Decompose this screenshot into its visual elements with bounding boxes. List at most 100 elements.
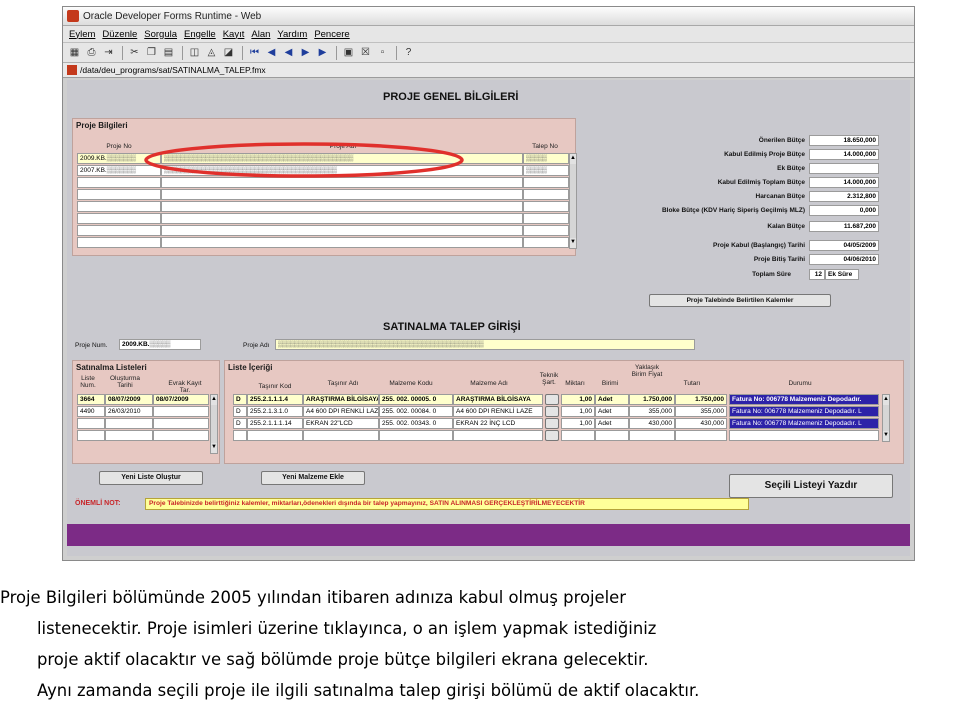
d-cell[interactable]: D <box>233 418 247 429</box>
liste-num-cell[interactable]: 4490 <box>77 406 105 417</box>
empty-cell[interactable] <box>453 430 543 441</box>
proje-adi-field[interactable]: ▒▒▒▒▒▒▒▒▒▒▒▒▒▒▒▒▒▒▒▒▒▒▒▒▒▒▒▒▒▒▒▒▒▒▒▒▒▒▒▒… <box>275 339 695 350</box>
empty-cell[interactable] <box>161 225 523 236</box>
olusturma-cell[interactable]: 08/07/2009 <box>105 394 153 405</box>
tutar-cell[interactable]: 1.750,000 <box>675 394 727 405</box>
prev-record-icon[interactable]: ◀ <box>281 45 296 60</box>
empty-cell[interactable] <box>153 430 209 441</box>
menu-kayit[interactable]: Kayıt <box>223 29 245 40</box>
exit-icon[interactable]: ⇥ <box>101 45 116 60</box>
durum-cell[interactable]: Fatura No: 006778 Malzemeniz Depodadır. … <box>729 406 879 417</box>
teknik-sart-button[interactable] <box>545 406 559 417</box>
empty-cell[interactable] <box>77 201 161 212</box>
icerik-scrollbar[interactable]: ▲ ▼ <box>882 394 890 442</box>
empty-cell[interactable] <box>77 189 161 200</box>
empty-cell[interactable] <box>523 237 569 248</box>
empty-cell[interactable] <box>523 201 569 212</box>
empty-cell[interactable] <box>523 225 569 236</box>
empty-cell[interactable] <box>77 430 105 441</box>
scroll-up-icon[interactable]: ▲ <box>570 154 576 164</box>
query-execute-icon[interactable]: ◬ <box>204 45 219 60</box>
scroll-down-icon[interactable]: ▼ <box>570 238 576 248</box>
empty-cell[interactable] <box>77 418 105 429</box>
save-icon[interactable]: ▦ <box>67 45 82 60</box>
empty-cell[interactable] <box>77 237 161 248</box>
menu-sorgula[interactable]: Sorgula <box>144 29 177 40</box>
liste-scrollbar[interactable]: ▲ ▼ <box>210 394 218 454</box>
malzeme-adi-cell[interactable]: EKRAN 22 İNÇ LCD <box>453 418 543 429</box>
empty-cell[interactable] <box>105 418 153 429</box>
tasinir-adi-cell[interactable]: EKRAN 22"LCD <box>303 418 379 429</box>
delete-record-icon[interactable]: ☒ <box>358 45 373 60</box>
empty-cell[interactable] <box>105 430 153 441</box>
malzeme-adi-cell[interactable]: A4 600 DPI RENKLİ LAZE <box>453 406 543 417</box>
first-record-icon[interactable]: ⏮ <box>247 45 262 60</box>
fiyat-cell[interactable]: 355,000 <box>629 406 675 417</box>
d-cell[interactable]: D <box>233 394 247 405</box>
empty-cell[interactable] <box>161 189 523 200</box>
birim-cell[interactable]: Adet <box>595 418 629 429</box>
empty-cell[interactable] <box>161 201 523 212</box>
empty-cell[interactable] <box>523 177 569 188</box>
talep-no-cell[interactable]: ▒▒▒▒▒ <box>523 153 569 164</box>
insert-record-icon[interactable]: ▣ <box>341 45 356 60</box>
scroll-up-icon[interactable]: ▲ <box>883 395 889 405</box>
proje-num-field[interactable]: 2009.KB.▒▒▒▒▒ <box>119 339 201 350</box>
teknik-sart-button[interactable] <box>545 418 559 429</box>
empty-cell[interactable] <box>161 213 523 224</box>
tasinir-adi-cell[interactable]: A4 600 DPI RENKLİ LAZE <box>303 406 379 417</box>
next-block-icon[interactable]: ▶ <box>315 45 330 60</box>
birim-cell[interactable]: Adet <box>595 394 629 405</box>
cut-icon[interactable]: ✂ <box>127 45 142 60</box>
malzeme-kodu-cell[interactable]: 255. 002. 00084. 0 <box>379 406 453 417</box>
scroll-down-icon[interactable]: ▼ <box>211 443 217 453</box>
empty-cell[interactable] <box>729 430 879 441</box>
malzeme-adi-cell[interactable]: ARAŞTIRMA BİLGİSAYA <box>453 394 543 405</box>
liste-num-cell[interactable]: 3664 <box>77 394 105 405</box>
empty-cell[interactable] <box>247 430 303 441</box>
tutar-cell[interactable]: 355,000 <box>675 406 727 417</box>
query-enter-icon[interactable]: ◫ <box>187 45 202 60</box>
talep-no-cell[interactable]: ▒▒▒▒▒ <box>523 165 569 176</box>
tasinir-kod-cell[interactable]: 255.2.1.3.1.0 <box>247 406 303 417</box>
paste-icon[interactable]: ▤ <box>161 45 176 60</box>
empty-cell[interactable] <box>153 418 209 429</box>
empty-cell[interactable] <box>77 225 161 236</box>
fiyat-cell[interactable]: 430,000 <box>629 418 675 429</box>
tasinir-kod-cell[interactable]: 255.2.1.1.1.14 <box>247 418 303 429</box>
menu-yardim[interactable]: Yardım <box>277 29 307 40</box>
menu-eylem[interactable]: Eylem <box>69 29 95 40</box>
proje-scrollbar[interactable]: ▲ ▼ <box>569 153 577 249</box>
empty-cell[interactable] <box>379 430 453 441</box>
tutar-cell[interactable]: 430,000 <box>675 418 727 429</box>
evrak-cell[interactable]: 08/07/2009 <box>153 394 209 405</box>
copy-icon[interactable]: ❐ <box>144 45 159 60</box>
d-cell[interactable]: D <box>233 406 247 417</box>
menu-duzenle[interactable]: Düzenle <box>102 29 137 40</box>
birim-cell[interactable]: Adet <box>595 406 629 417</box>
empty-cell[interactable] <box>629 430 675 441</box>
empty-cell[interactable] <box>77 213 161 224</box>
yeni-malzeme-button[interactable]: Yeni Malzeme Ekle <box>261 471 365 485</box>
tasinir-kod-cell[interactable]: 255.2.1.1.1.4 <box>247 394 303 405</box>
query-cancel-icon[interactable]: ◪ <box>221 45 236 60</box>
durum-cell[interactable]: Fatura No: 006778 Malzemeniz Depodadır. … <box>729 418 879 429</box>
menu-engelle[interactable]: Engelle <box>184 29 216 40</box>
teknik-sart-button[interactable] <box>545 430 559 441</box>
miktar-cell[interactable]: 1,00 <box>561 406 595 417</box>
yeni-liste-button[interactable]: Yeni Liste Oluştur <box>99 471 203 485</box>
empty-cell[interactable] <box>523 189 569 200</box>
empty-cell[interactable] <box>561 430 595 441</box>
durum-cell[interactable]: Fatura No: 006778 Malzemeniz Depodadır. <box>729 394 879 405</box>
menu-alan[interactable]: Alan <box>251 29 270 40</box>
teknik-sart-button[interactable] <box>545 394 559 405</box>
scroll-down-icon[interactable]: ▼ <box>883 431 889 441</box>
empty-cell[interactable] <box>161 237 523 248</box>
empty-cell[interactable] <box>233 430 247 441</box>
evrak-cell[interactable] <box>153 406 209 417</box>
tasinir-adi-cell[interactable]: ARAŞTIRMA BİLGİSAYA <box>303 394 379 405</box>
malzeme-kodu-cell[interactable]: 255. 002. 00005. 0 <box>379 394 453 405</box>
lock-record-icon[interactable]: ▫ <box>375 45 390 60</box>
proje-kalemleri-button[interactable]: Proje Talebinde Belirtilen Kalemler <box>649 294 831 307</box>
help-icon[interactable]: ? <box>401 45 416 60</box>
